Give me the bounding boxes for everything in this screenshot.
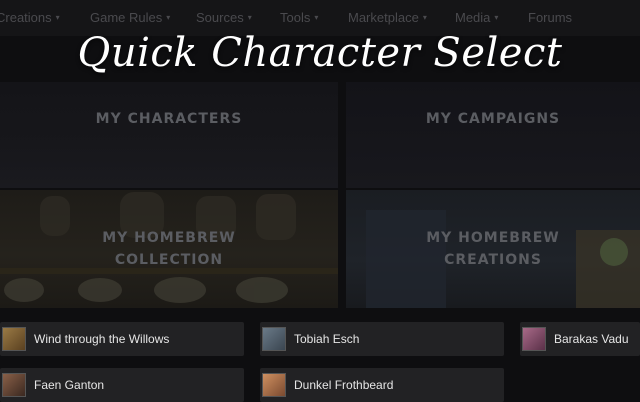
nav-game-rules[interactable]: Game Rules ▾ (90, 10, 170, 25)
nav-media-label: Media (455, 10, 491, 25)
character-name: Wind through the Willows (34, 332, 170, 346)
character-name: Dunkel Frothbeard (294, 378, 394, 392)
my-characters-label: MY CHARACTERS (95, 111, 243, 127)
character-name: Tobiah Esch (294, 332, 360, 346)
nav-forums[interactable]: Forums (528, 10, 572, 25)
homebrew-creations-label: MY HOMEBREW CREATIONS (426, 230, 560, 268)
nav-game-rules-label: Game Rules (90, 10, 163, 25)
page-title: Quick Character Select (77, 30, 563, 76)
character-card[interactable]: Faen Ganton (0, 368, 244, 402)
character-avatar (2, 327, 26, 351)
nav-sources-label: Sources (196, 10, 244, 25)
homebrew-collection-label: MY HOMEBREW COLLECTION (102, 230, 236, 268)
character-card[interactable]: Wind through the Willows (0, 322, 244, 356)
character-name: Faen Ganton (34, 378, 105, 392)
my-campaigns-label: MY CAMPAIGNS (425, 111, 561, 127)
nav-creations[interactable]: Creations ▾ (0, 10, 60, 25)
chevron-down-icon: ▾ (314, 13, 319, 22)
character-avatar (262, 373, 286, 397)
nav-marketplace[interactable]: Marketplace ▾ (348, 10, 427, 25)
my-campaigns-tile[interactable]: MY CAMPAIGNS (346, 82, 640, 188)
character-card[interactable]: Dunkel Frothbeard (260, 368, 504, 402)
character-card[interactable]: Tobiah Esch (260, 322, 504, 356)
character-card[interactable]: Barakas Vadu (520, 322, 640, 356)
nav-sources[interactable]: Sources ▾ (196, 10, 252, 25)
nav-tools-label: Tools (280, 10, 311, 25)
character-avatar (262, 327, 286, 351)
character-avatar (522, 327, 546, 351)
nav-media[interactable]: Media ▾ (455, 10, 498, 25)
chevron-down-icon: ▾ (247, 13, 252, 22)
chevron-down-icon: ▾ (422, 13, 427, 22)
character-name: Barakas Vadu (554, 332, 629, 346)
homebrew-creations-tile[interactable]: MY HOMEBREW CREATIONS (346, 190, 640, 308)
chevron-down-icon: ▾ (166, 13, 171, 22)
chevron-down-icon: ▾ (494, 13, 499, 22)
chevron-down-icon: ▾ (55, 13, 60, 22)
nav-tools[interactable]: Tools ▾ (280, 10, 318, 25)
nav-creations-label: Creations (0, 10, 52, 25)
character-avatar (2, 373, 26, 397)
homebrew-collection-tile[interactable]: MY HOMEBREW COLLECTION (0, 190, 338, 308)
nav-marketplace-label: Marketplace (348, 10, 419, 25)
nav-forums-label: Forums (528, 10, 573, 25)
my-characters-tile[interactable]: MY CHARACTERS (0, 82, 338, 188)
